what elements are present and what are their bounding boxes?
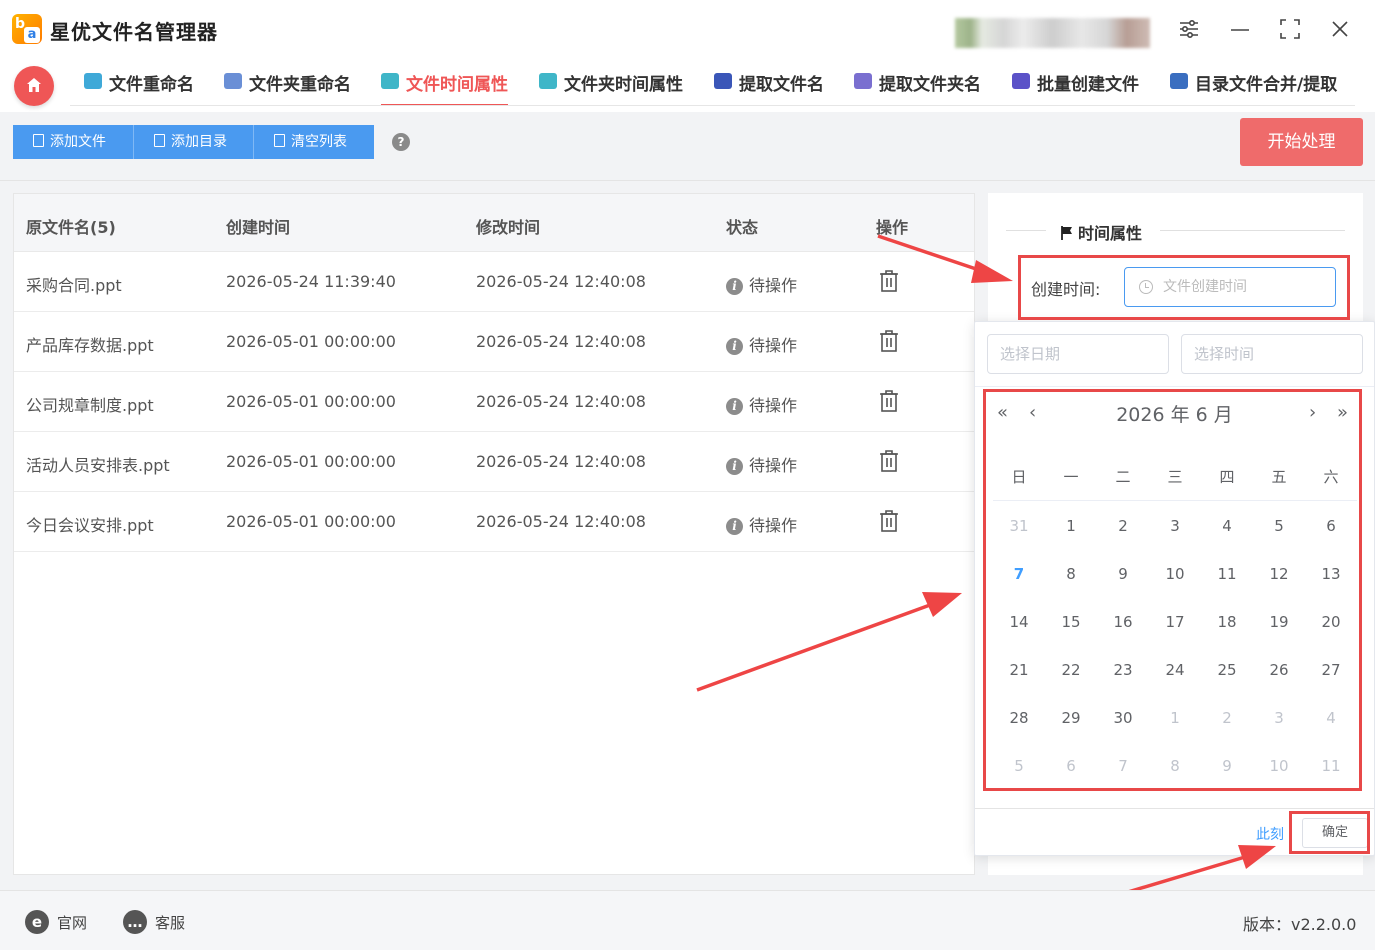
chat-support-icon[interactable]: … <box>123 910 147 934</box>
support-link[interactable]: 客服 <box>155 912 185 933</box>
website-link[interactable]: 官网 <box>57 912 87 933</box>
version-label: 版本：v2.2.0.0 <box>1243 915 1357 934</box>
arrow-to-calendar <box>696 603 931 692</box>
website-icon[interactable]: e <box>25 910 49 934</box>
footer-bar: e 官网 … 客服 版本：v2.2.0.0 <box>0 890 1375 950</box>
arrow-to-create-time <box>877 234 986 274</box>
annotation-arrows <box>696 234 1276 900</box>
